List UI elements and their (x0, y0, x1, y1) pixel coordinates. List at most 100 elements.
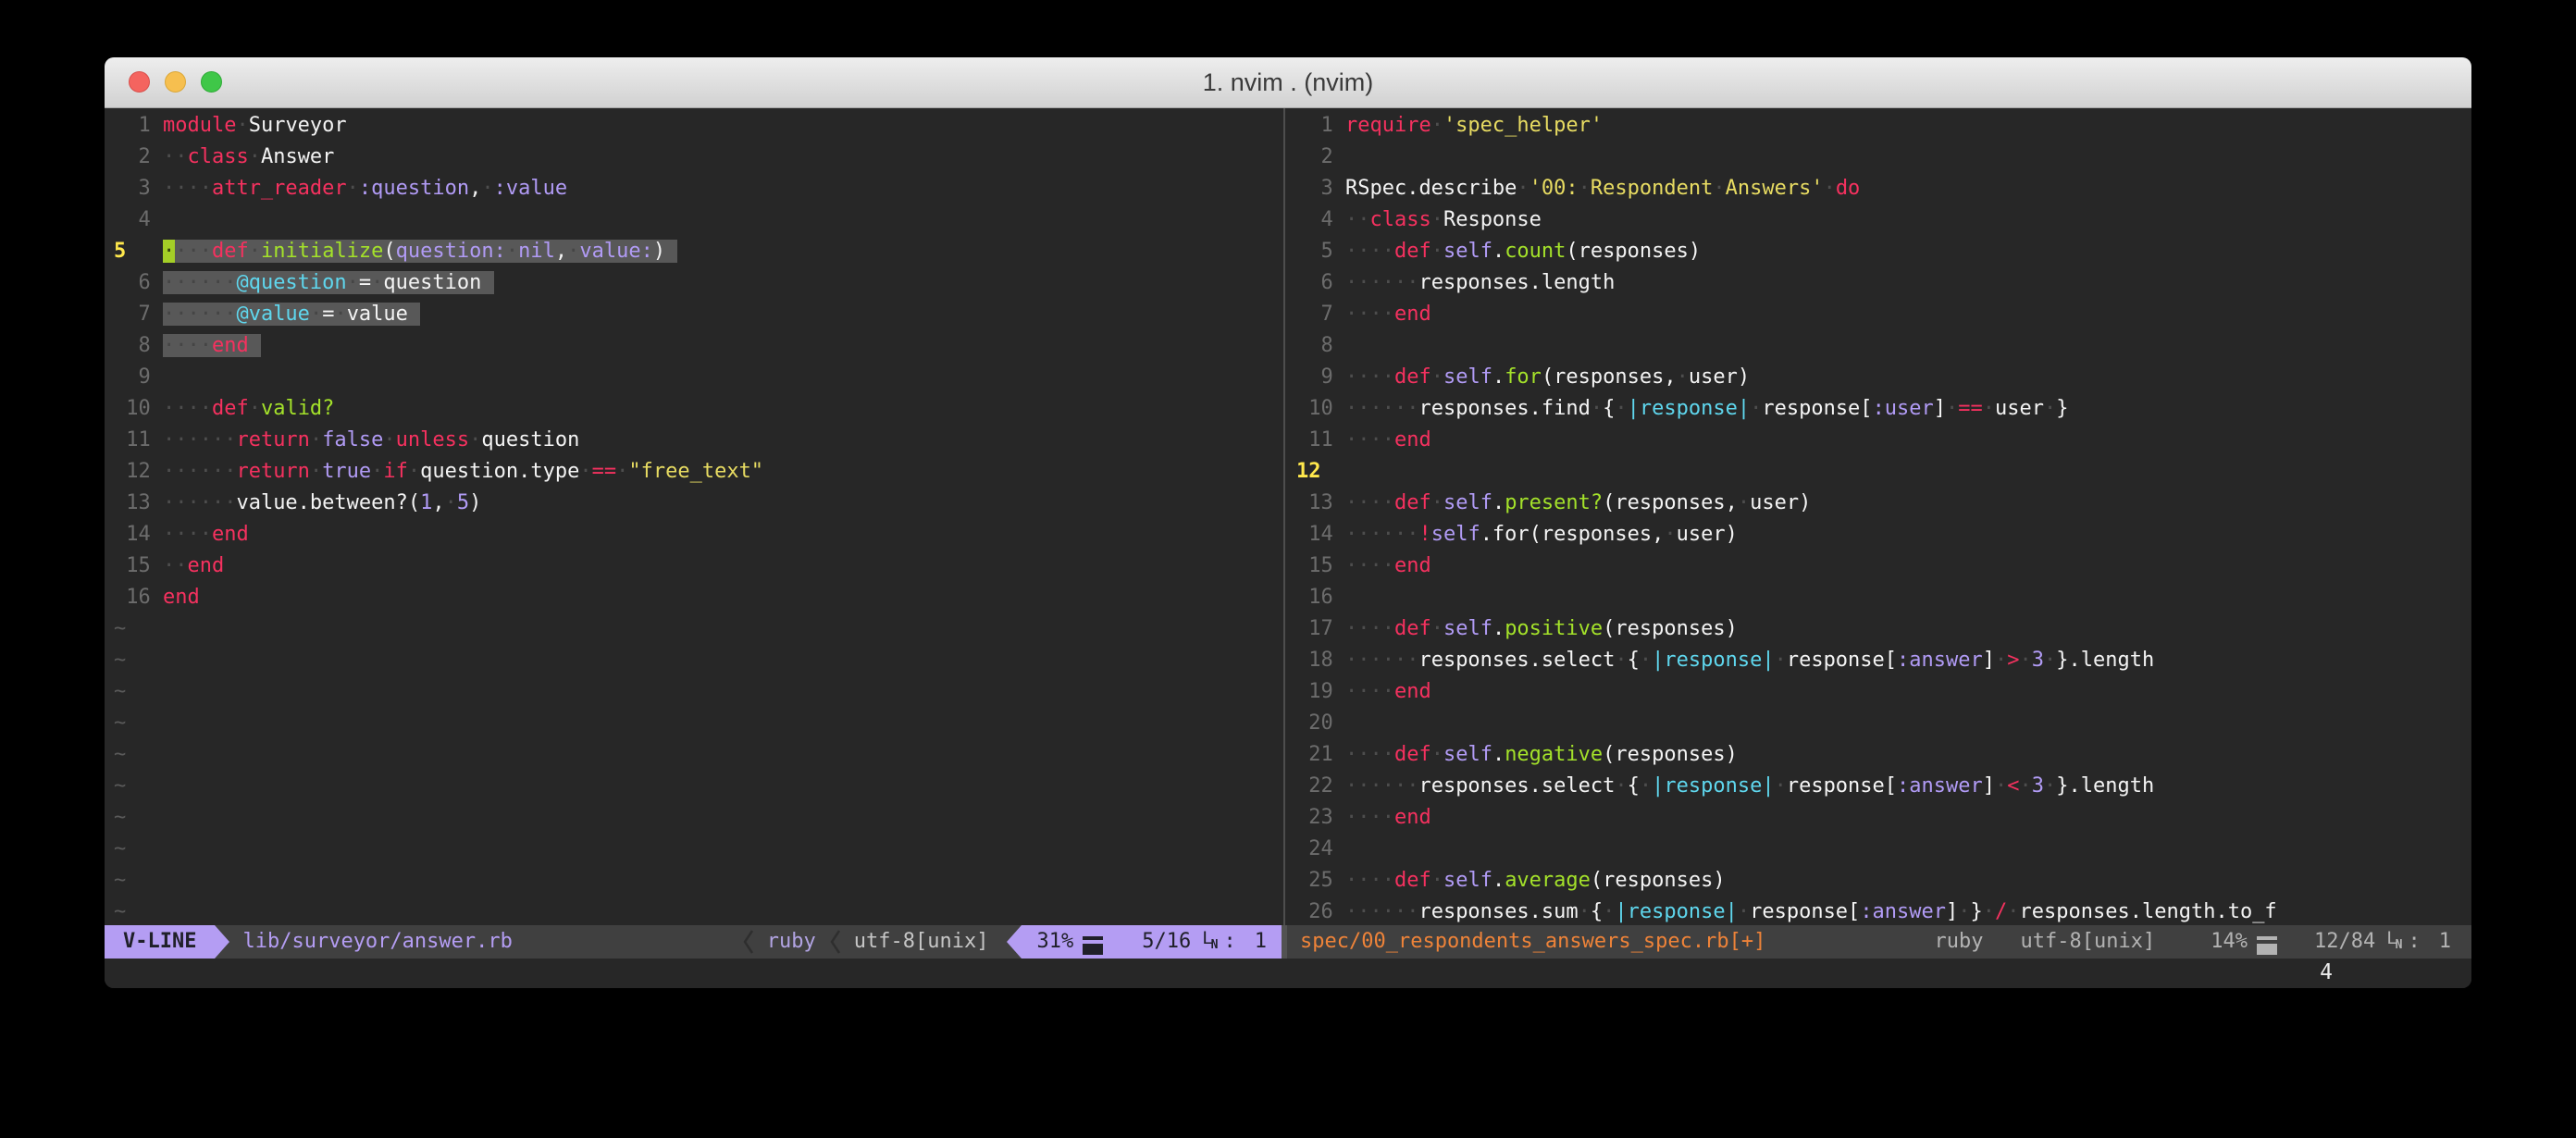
code-line: 19····end (1287, 676, 2471, 708)
separator-foot (1282, 925, 1287, 959)
code-line: 18······responses.select·{·|response|·re… (1287, 645, 2471, 676)
code-line: 26······responses.sum·{·|response|·respo… (1287, 897, 2471, 925)
code-line: 10······responses.find·{·|response|·resp… (1287, 393, 2471, 425)
filename-left: lib/surveyor/answer.rb (229, 925, 728, 959)
code-line: 13····def·self.present?(responses,·user) (1287, 488, 2471, 519)
code-line: 3RSpec.describe·'00:·Respondent·Answers'… (1287, 173, 2471, 204)
code-line: 5····def·initialize(question:·nil,·value… (105, 236, 1282, 267)
code-line: 2 (1287, 142, 2471, 173)
scroll-percent-left: 31% (1036, 925, 1073, 959)
encoding-left: utf-8[unix] (854, 925, 989, 959)
filetype-left: ruby (767, 925, 816, 959)
editor-pane-right[interactable]: 1require·'spec_helper'23RSpec.describe·'… (1287, 108, 2471, 959)
line-number-icon: LN (2386, 925, 2402, 959)
line-number: 10 (1296, 393, 1333, 425)
filename-right: spec/00_respondents_answers_spec.rb[+] (1287, 925, 1935, 959)
line-number: 14 (114, 519, 151, 550)
empty-buffer-line: ~ (105, 865, 1282, 897)
line-number: 6 (114, 267, 151, 299)
statusline-right-inactive: spec/00_respondents_answers_spec.rb[+] r… (1287, 925, 2471, 959)
code-area-right[interactable]: 1require·'spec_helper'23RSpec.describe·'… (1287, 108, 2471, 925)
lines-icon (1083, 936, 1103, 944)
cursor-position-left: 5/16 (1142, 925, 1191, 959)
window-split-separator[interactable] (1282, 108, 1287, 959)
code-line: 25····def·self.average(responses) (1287, 865, 2471, 897)
line-number: 5 (1296, 236, 1333, 267)
code-line: 14······!self.for(responses,·user) (1287, 519, 2471, 550)
empty-buffer-line: ~ (105, 708, 1282, 739)
code-line: 14····end (105, 519, 1282, 550)
code-line: 11····end (1287, 425, 2471, 456)
empty-buffer-line: ~ (105, 802, 1282, 834)
window-title: 1. nvim . (nvim) (105, 57, 2471, 107)
line-number: 26 (1296, 897, 1333, 925)
line-number: 24 (1296, 834, 1333, 865)
code-line: 17····def·self.positive(responses) (1287, 613, 2471, 645)
line-number: 8 (1296, 330, 1333, 362)
code-line: 21····def·self.negative(responses) (1287, 739, 2471, 771)
code-line: 16 (1287, 582, 2471, 613)
current-line-number: 12 (1296, 456, 1333, 488)
code-line: 16end (105, 582, 1282, 613)
line-number: 4 (114, 204, 151, 236)
code-line: 9····def·self.for(responses,·user) (1287, 362, 2471, 393)
line-number: 3 (114, 173, 151, 204)
line-number: 2 (1296, 142, 1333, 173)
line-number: 7 (114, 299, 151, 330)
line-number: 8 (114, 330, 151, 362)
filetype-right: ruby (1935, 925, 1984, 959)
line-number: 11 (1296, 425, 1333, 456)
line-number: 10 (114, 393, 151, 425)
ruler-left: 31% 5/16 LN : 1 (1022, 925, 1282, 959)
code-line: 5····def·self.count(responses) (1287, 236, 2471, 267)
title-bar[interactable]: 1. nvim . (nvim) (105, 57, 2471, 108)
line-number: 11 (114, 425, 151, 456)
line-number: 1 (114, 110, 151, 142)
code-line: 4··class·Response (1287, 204, 2471, 236)
cursor-column-right: 1 (2439, 925, 2451, 959)
cursor-column-left: 1 (1255, 925, 1267, 959)
close-button[interactable] (129, 71, 150, 93)
line-number: 13 (114, 488, 151, 519)
line-number-icon: LN (1202, 925, 1218, 959)
line-number: 18 (1296, 645, 1333, 676)
line-number: 25 (1296, 865, 1333, 897)
code-line: 1module·Surveyor (105, 110, 1282, 142)
code-line: 8····end (105, 330, 1282, 362)
cursor-position-right: 12/84 (2314, 925, 2375, 959)
statusline-left-active: V-LINE lib/surveyor/answer.rb ruby utf-8… (105, 925, 1282, 959)
line-number: 9 (1296, 362, 1333, 393)
line-number: 22 (1296, 771, 1333, 802)
code-area-left[interactable]: 1module·Surveyor2··class·Answer3····attr… (105, 108, 1282, 925)
line-number: 13 (1296, 488, 1333, 519)
ruler-colon: : (2409, 925, 2421, 959)
code-line: 15··end (105, 550, 1282, 582)
line-number: 20 (1296, 708, 1333, 739)
empty-buffer-line: ~ (105, 771, 1282, 802)
command-line[interactable]: 4 (105, 959, 2471, 988)
line-number: 15 (1296, 550, 1333, 582)
code-line: 6······@question·=·question (105, 267, 1282, 299)
current-line-number: 5 (114, 236, 151, 267)
empty-buffer-line: ~ (105, 834, 1282, 865)
line-number: 19 (1296, 676, 1333, 708)
code-line: 2··class·Answer (105, 142, 1282, 173)
zoom-button[interactable] (201, 71, 222, 93)
line-number: 1 (1296, 110, 1333, 142)
code-line: 12······return·true·if·question.type·==·… (105, 456, 1282, 488)
scroll-percent-right: 14% (2211, 925, 2248, 959)
line-number: 14 (1296, 519, 1333, 550)
code-line: 15····end (1287, 550, 2471, 582)
code-line: 13······value.between?(1,·5) (105, 488, 1282, 519)
line-number: 6 (1296, 267, 1333, 299)
line-number: 7 (1296, 299, 1333, 330)
minimize-button[interactable] (165, 71, 186, 93)
ruler-colon: : (1224, 925, 1236, 959)
chevron-left-icon (829, 926, 841, 958)
separator-line (1283, 108, 1285, 925)
code-line: 24 (1287, 834, 2471, 865)
code-line: 6······responses.length (1287, 267, 2471, 299)
editor-pane-left[interactable]: 1module·Surveyor2··class·Answer3····attr… (105, 108, 1282, 959)
line-number: 4 (1296, 204, 1333, 236)
cursor-block: · (163, 240, 175, 263)
